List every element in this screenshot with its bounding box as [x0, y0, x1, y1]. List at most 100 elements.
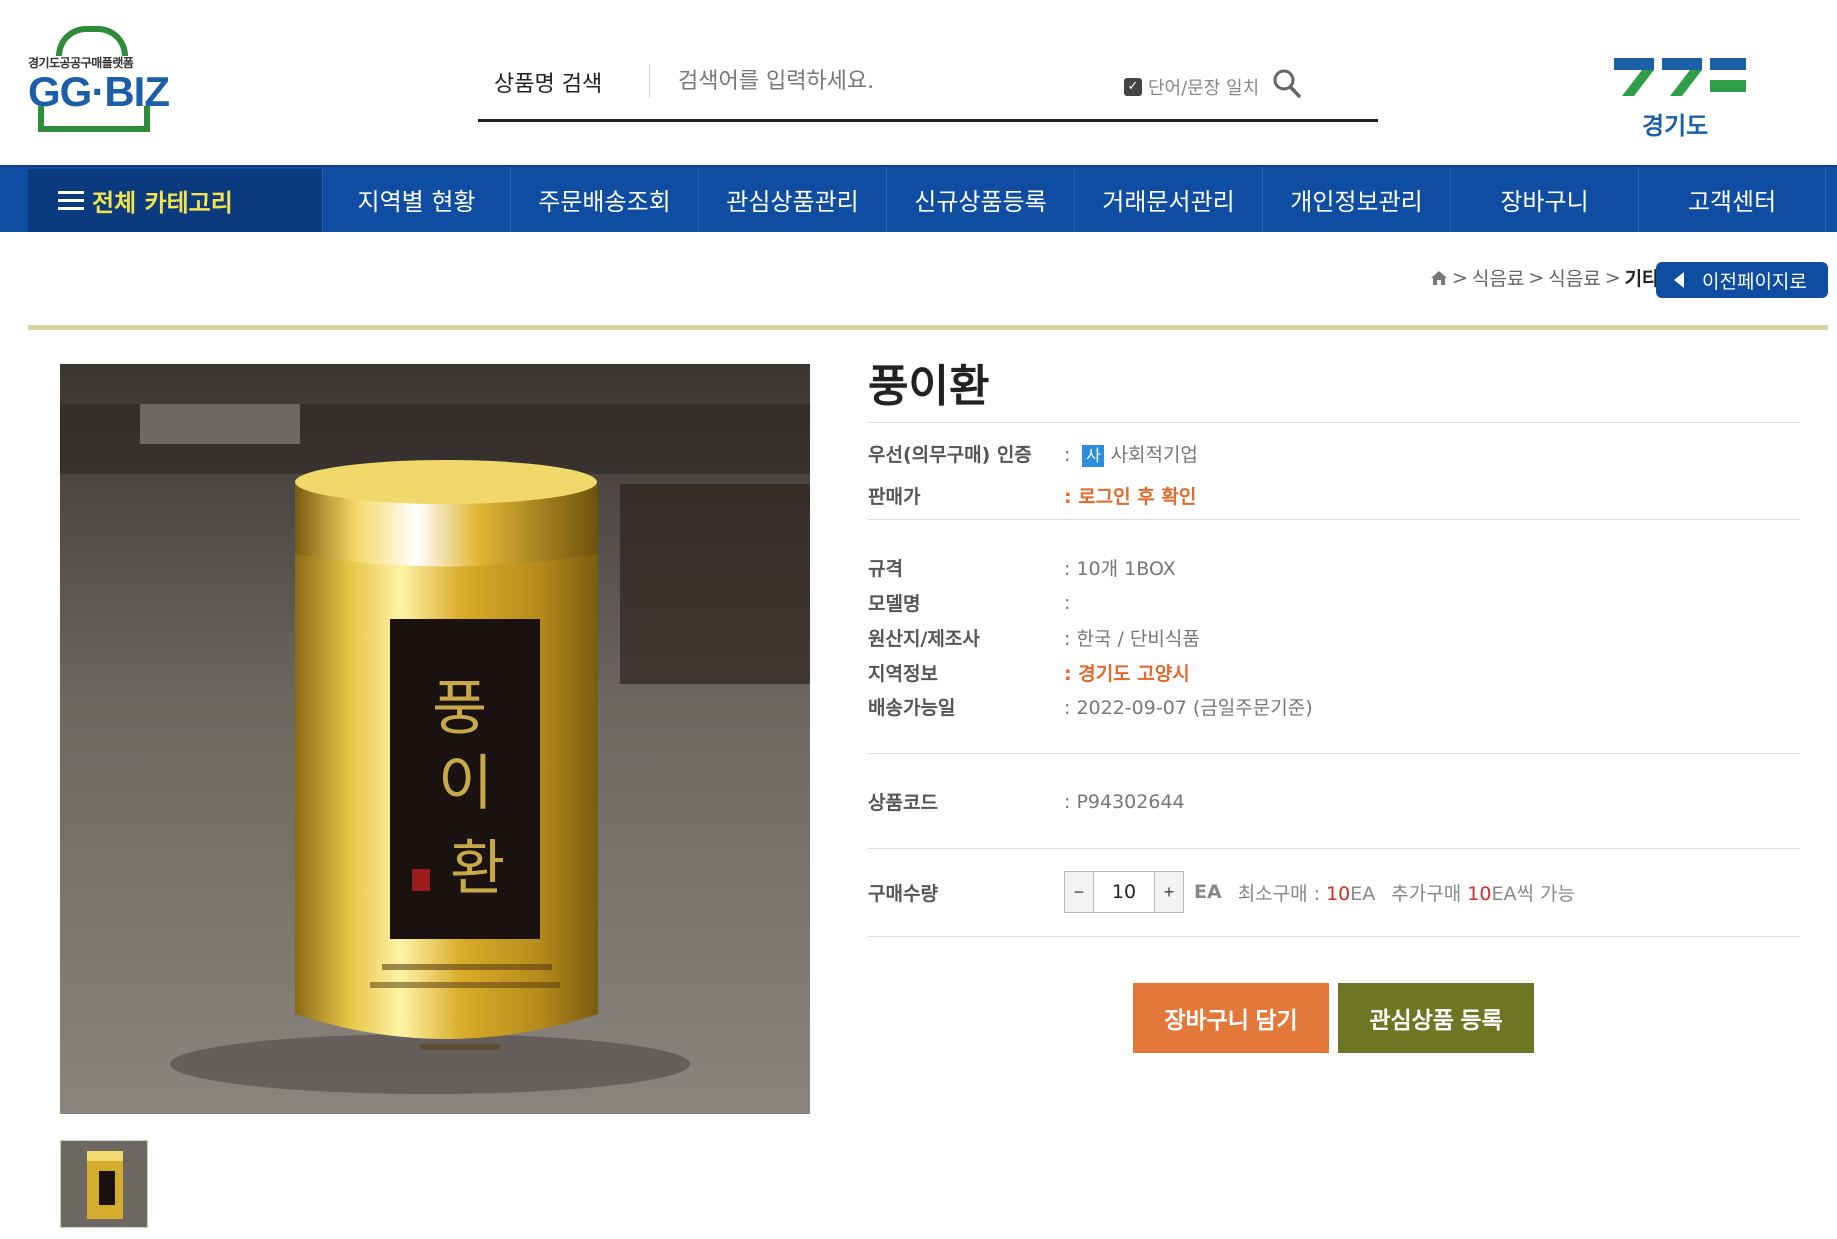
breadcrumb-separator: > — [1452, 266, 1468, 289]
delivery-label: 배송가능일 — [868, 697, 956, 719]
breadcrumb-separator: > — [1604, 266, 1621, 289]
qty-row: 구매수량 − + EA 최소구매 : 10EA 추가구매 10EA씩 가능 — [868, 871, 1575, 913]
spec-value: 10개 1BOX — [1076, 558, 1176, 580]
thumbnail-photo — [61, 1141, 147, 1227]
delivery-row: 배송가능일 : 2022-09-07 (금일주문기준) — [868, 693, 1313, 720]
quantity-stepper: − + — [1064, 871, 1184, 913]
exact-match-checkbox[interactable]: ✓ — [1124, 78, 1142, 96]
gyeonggi-logo[interactable]: 경기도 — [1612, 56, 1748, 140]
svg-text:이: 이 — [438, 749, 493, 819]
breadcrumb: > 식음료 > 식음료 > 기타 — [1430, 264, 1660, 291]
code-row: 상품코드 : P94302644 — [868, 788, 1185, 815]
search-divider — [649, 64, 650, 98]
qty-increase-button[interactable]: + — [1155, 872, 1183, 912]
nav-item-personal-info[interactable]: 개인정보관리 — [1262, 167, 1450, 232]
region-value: 경기도 고양시 — [1078, 663, 1190, 685]
breadcrumb-separator: > — [1528, 266, 1545, 289]
delivery-value: 2022-09-07 (금일주문기준) — [1076, 697, 1313, 719]
ggbiz-logo[interactable]: 경기도공공구매플랫폼 GG·BIZ — [28, 26, 170, 136]
back-button-label: 이전페이지로 — [1702, 270, 1807, 293]
product-main-image: 풍 이 환 — [60, 364, 810, 1114]
min-order-prefix: 최소구매 : — [1237, 882, 1327, 905]
add-order-note: 추가구매 10EA씩 가능 — [1391, 879, 1575, 906]
region-label: 지역정보 — [868, 663, 938, 685]
add-to-wishlist-button[interactable]: 관심상품 등록 — [1338, 983, 1534, 1053]
nav-item-customer-center[interactable]: 고객센터 — [1638, 167, 1826, 232]
all-categories-button[interactable]: 전체 카테고리 — [28, 169, 322, 232]
main-nav: 전체 카테고리 지역별 현황 주문배송조회 관심상품관리 신규상품등록 거래문서… — [0, 165, 1837, 232]
add-order-number: 10 — [1467, 882, 1492, 905]
nav-item-region-status[interactable]: 지역별 현황 — [322, 167, 510, 232]
price-value: 로그인 후 확인 — [1078, 486, 1197, 508]
info-divider — [868, 848, 1800, 849]
spec-row: 규격 : 10개 1BOX — [868, 554, 1176, 581]
origin-row: 원산지/제조사 : 한국 / 단비식품 — [868, 624, 1200, 651]
search-input[interactable] — [678, 60, 1118, 102]
nav-item-new-product[interactable]: 신규상품등록 — [886, 167, 1074, 232]
back-button[interactable]: 이전페이지로 — [1656, 262, 1828, 298]
qty-label: 구매수량 — [868, 882, 938, 905]
delivery-value-wrap: : 2022-09-07 (금일주문기준) — [1064, 697, 1313, 719]
logo-arch — [56, 26, 128, 56]
product-title: 풍이환 — [868, 361, 990, 412]
add-order-suffix: EA씩 가능 — [1491, 882, 1575, 905]
region-row: 지역정보 : 경기도 고양시 — [868, 659, 1190, 686]
breadcrumb-item-1[interactable]: 식음료 — [1472, 264, 1524, 291]
section-divider — [28, 325, 1828, 330]
info-divider — [868, 422, 1800, 423]
min-order-note: 최소구매 : 10EA — [1238, 879, 1376, 906]
search-icon[interactable] — [1272, 68, 1302, 100]
nav-menu: 지역별 현황 주문배송조회 관심상품관리 신규상품등록 거래문서관리 개인정보관… — [322, 167, 1826, 232]
nav-item-cart[interactable]: 장바구니 — [1450, 167, 1638, 232]
product-photo: 풍 이 환 — [60, 364, 810, 1114]
region-value-wrap: : 경기도 고양시 — [1064, 663, 1190, 685]
add-to-cart-button[interactable]: 장바구니 담기 — [1133, 983, 1329, 1053]
exact-match-label: 단어/문장 일치 — [1148, 78, 1260, 99]
exact-match-option[interactable]: ✓ 단어/문장 일치 — [1124, 74, 1259, 100]
can-title-char: 풍 — [432, 674, 487, 744]
nav-item-order-delivery[interactable]: 주문배송조회 — [510, 167, 698, 232]
price-row: 판매가 : 로그인 후 확인 — [868, 482, 1196, 509]
site-header: 경기도공공구매플랫폼 GG·BIZ 상품명 검색 ✓ 단어/문장 일치 경기도 — [0, 0, 1837, 165]
hamburger-icon — [58, 190, 84, 211]
price-label: 판매가 — [868, 486, 921, 508]
logo-bracket — [38, 106, 150, 132]
breadcrumb-current: 기타 — [1624, 268, 1660, 290]
spec-value-wrap: : 10개 1BOX — [1064, 558, 1176, 580]
add-order-prefix: 추가구매 — [1391, 882, 1468, 905]
model-row: 모델명 : — [868, 589, 1076, 616]
qty-unit: EA — [1194, 881, 1222, 903]
all-categories-label: 전체 카테고리 — [92, 189, 233, 217]
cert-value: 사회적기업 — [1110, 444, 1198, 466]
min-order-unit: EA — [1350, 882, 1376, 905]
nav-item-wishlist-manage[interactable]: 관심상품관리 — [698, 167, 886, 232]
cert-label: 우선(의무구매) 인증 — [868, 444, 1032, 466]
model-label: 모델명 — [868, 593, 921, 615]
cert-row: 우선(의무구매) 인증 : 사 사회적기업 — [868, 440, 1198, 467]
back-arrow-icon — [1674, 272, 1684, 288]
nav-item-documents[interactable]: 거래문서관리 — [1074, 167, 1262, 232]
model-value-wrap: : — [1064, 591, 1077, 614]
breadcrumb-item-2[interactable]: 식음료 — [1548, 264, 1600, 291]
qty-control: − + EA 최소구매 : 10EA 추가구매 10EA씩 가능 — [1064, 871, 1575, 913]
price-value-wrap: : 로그인 후 확인 — [1064, 486, 1197, 508]
cert-value-wrap: : 사 사회적기업 — [1064, 444, 1198, 467]
code-value-wrap: : P94302644 — [1064, 790, 1185, 813]
spec-label: 규격 — [868, 558, 903, 580]
qty-input[interactable] — [1093, 872, 1155, 912]
info-divider — [868, 936, 1800, 937]
product-thumbnail[interactable] — [60, 1140, 148, 1228]
info-divider — [868, 519, 1800, 520]
qty-decrease-button[interactable]: − — [1065, 872, 1093, 912]
search-type-label[interactable]: 상품명 검색 — [494, 66, 602, 98]
origin-label: 원산지/제조사 — [868, 628, 980, 650]
svg-text:환: 환 — [450, 834, 505, 904]
home-icon[interactable] — [1430, 270, 1448, 286]
gyeonggi-logo-text: 경기도 — [1642, 112, 1709, 140]
gyeonggi-symbol-icon — [1614, 58, 1746, 96]
code-value: P94302644 — [1076, 790, 1185, 813]
social-enterprise-badge: 사 — [1082, 445, 1105, 467]
origin-value: 한국 / 단비식품 — [1076, 628, 1200, 650]
origin-value-wrap: : 한국 / 단비식품 — [1064, 628, 1200, 650]
search-bar: 상품명 검색 ✓ 단어/문장 일치 — [478, 50, 1378, 122]
